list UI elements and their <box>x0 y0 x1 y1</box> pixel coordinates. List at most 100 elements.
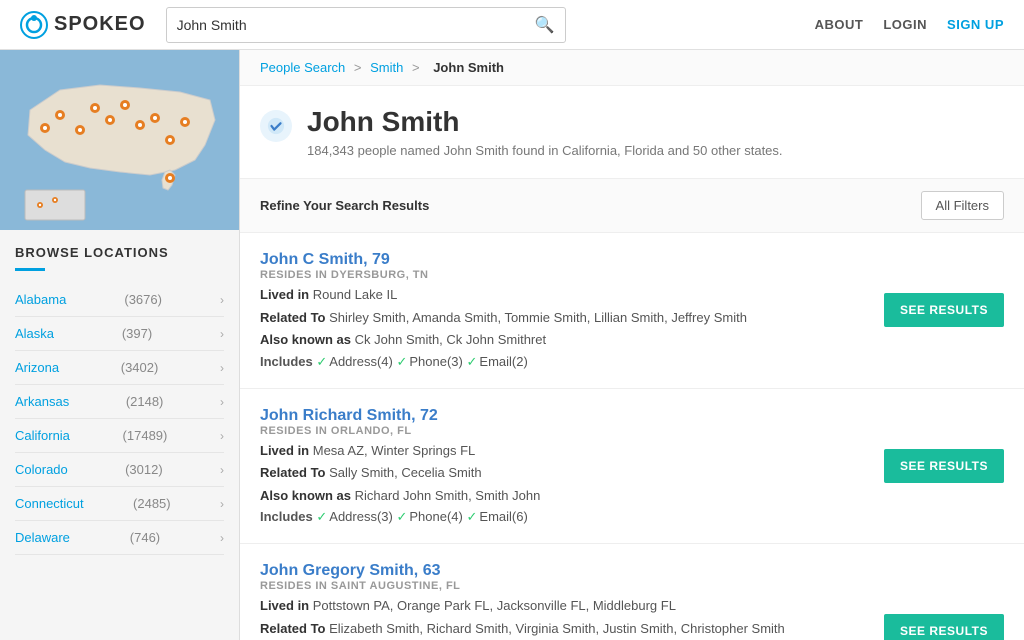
include-item: ✓Address(3) <box>316 509 392 524</box>
result-card: John Richard Smith, 72 RESIDES IN ORLAND… <box>240 389 1024 545</box>
include-item: ✓Email(2) <box>467 354 528 369</box>
all-filters-button[interactable]: All Filters <box>921 191 1004 220</box>
result-also-known-as: Also known as Richard John Smith, Smith … <box>260 486 864 506</box>
location-list: Alabama (3676) › Alaska (397) › Arizona … <box>15 283 224 555</box>
breadcrumb-sep1: > <box>354 60 365 75</box>
location-link[interactable]: Colorado <box>15 462 68 477</box>
result-resides: RESIDES IN ORLANDO, FL <box>260 425 864 437</box>
us-map <box>0 50 239 230</box>
check-icon: ✓ <box>316 509 327 524</box>
result-resides: RESIDES IN DYERSBURG, TN <box>260 269 864 281</box>
verified-icon <box>260 110 292 142</box>
search-bar[interactable]: 🔍 <box>166 7 566 43</box>
result-also-known-as: Also known as Ck John Smith, Ck John Smi… <box>260 330 864 350</box>
location-count: (3676) <box>124 292 162 307</box>
header-nav: ABOUT LOGIN SIGN UP <box>815 17 1004 32</box>
location-count: (3402) <box>121 360 159 375</box>
result-name[interactable]: John Richard Smith, 72 <box>260 407 438 424</box>
location-count: (3012) <box>125 462 163 477</box>
location-link[interactable]: Alaska <box>15 326 54 341</box>
location-item[interactable]: Alabama (3676) › <box>15 283 224 317</box>
see-results-button-2[interactable]: SEE RESULTS <box>884 614 1004 640</box>
location-item[interactable]: Connecticut (2485) › <box>15 487 224 521</box>
result-lived-in: Lived in Pottstown PA, Orange Park FL, J… <box>260 596 864 616</box>
result-name[interactable]: John C Smith, 79 <box>260 251 390 268</box>
sidebar: BROWSE LOCATIONS Alabama (3676) › Alaska… <box>0 50 240 640</box>
result-info: John Richard Smith, 72 RESIDES IN ORLAND… <box>260 407 884 526</box>
checkmark-svg <box>267 117 285 135</box>
location-count: (2148) <box>126 394 164 409</box>
chevron-right-icon: › <box>220 429 224 443</box>
location-count: (17489) <box>123 428 168 443</box>
location-item[interactable]: California (17489) › <box>15 419 224 453</box>
browse-locations: BROWSE LOCATIONS Alabama (3676) › Alaska… <box>0 230 239 570</box>
result-related-to: Related To Elizabeth Smith, Richard Smit… <box>260 619 864 639</box>
location-item[interactable]: Delaware (746) › <box>15 521 224 555</box>
location-link[interactable]: California <box>15 428 70 443</box>
location-link[interactable]: Connecticut <box>15 496 84 511</box>
breadcrumb-current: John Smith <box>433 60 504 75</box>
logo-text: SPOKEO <box>54 13 146 36</box>
refine-bar: Refine Your Search Results All Filters <box>240 179 1024 233</box>
search-icon[interactable]: 🔍 <box>535 15 555 35</box>
chevron-right-icon: › <box>220 327 224 341</box>
location-link[interactable]: Arizona <box>15 360 59 375</box>
location-item[interactable]: Arizona (3402) › <box>15 351 224 385</box>
profile-name: John Smith <box>307 106 783 138</box>
check-icon: ✓ <box>396 509 407 524</box>
location-count: (2485) <box>133 496 171 511</box>
location-link[interactable]: Delaware <box>15 530 70 545</box>
location-item[interactable]: Arkansas (2148) › <box>15 385 224 419</box>
chevron-right-icon: › <box>220 497 224 511</box>
result-card: John C Smith, 79 RESIDES IN DYERSBURG, T… <box>240 233 1024 389</box>
chevron-right-icon: › <box>220 395 224 409</box>
see-results-button-0[interactable]: SEE RESULTS <box>884 293 1004 327</box>
result-resides: RESIDES IN SAINT AUGUSTINE, FL <box>260 580 864 592</box>
content-area: People Search > Smith > John Smith John … <box>240 50 1024 640</box>
search-input[interactable] <box>177 17 535 33</box>
breadcrumb: People Search > Smith > John Smith <box>240 50 1024 86</box>
chevron-right-icon: › <box>220 531 224 545</box>
breadcrumb-smith[interactable]: Smith <box>370 60 403 75</box>
location-link[interactable]: Arkansas <box>15 394 69 409</box>
check-icon: ✓ <box>467 509 478 524</box>
profile-header: John Smith 184,343 people named John Smi… <box>240 86 1024 179</box>
browse-underline <box>15 268 45 271</box>
chevron-right-icon: › <box>220 361 224 375</box>
signup-link[interactable]: SIGN UP <box>947 17 1004 32</box>
check-icon: ✓ <box>467 354 478 369</box>
result-includes: Includes ✓Address(4) ✓Phone(3) ✓Email(2) <box>260 354 864 370</box>
result-lived-in: Lived in Round Lake IL <box>260 285 864 305</box>
breadcrumb-people-search[interactable]: People Search <box>260 60 345 75</box>
include-item: ✓Email(6) <box>467 509 528 524</box>
location-count: (397) <box>122 326 152 341</box>
profile-details: John Smith 184,343 people named John Smi… <box>307 106 783 158</box>
results-list: John C Smith, 79 RESIDES IN DYERSBURG, T… <box>240 233 1024 640</box>
location-link[interactable]: Alabama <box>15 292 66 307</box>
profile-description: 184,343 people named John Smith found in… <box>307 143 783 158</box>
map-container <box>0 50 239 230</box>
main-layout: BROWSE LOCATIONS Alabama (3676) › Alaska… <box>0 50 1024 640</box>
about-link[interactable]: ABOUT <box>815 17 864 32</box>
include-item: ✓Phone(3) <box>396 354 462 369</box>
spokeo-logo-icon <box>20 11 48 39</box>
see-results-button-1[interactable]: SEE RESULTS <box>884 449 1004 483</box>
include-item: ✓Address(4) <box>316 354 392 369</box>
result-lived-in: Lived in Mesa AZ, Winter Springs FL <box>260 441 864 461</box>
chevron-right-icon: › <box>220 463 224 477</box>
result-related-to: Related To Shirley Smith, Amanda Smith, … <box>260 308 864 328</box>
logo[interactable]: SPOKEO <box>20 11 146 39</box>
result-info: John Gregory Smith, 63 RESIDES IN SAINT … <box>260 562 884 640</box>
check-icon: ✓ <box>396 354 407 369</box>
location-item[interactable]: Colorado (3012) › <box>15 453 224 487</box>
login-link[interactable]: LOGIN <box>883 17 927 32</box>
browse-title: BROWSE LOCATIONS <box>15 245 224 260</box>
result-name[interactable]: John Gregory Smith, 63 <box>260 562 440 579</box>
result-info: John C Smith, 79 RESIDES IN DYERSBURG, T… <box>260 251 884 370</box>
result-related-to: Related To Sally Smith, Cecelia Smith <box>260 463 864 483</box>
result-card: John Gregory Smith, 63 RESIDES IN SAINT … <box>240 544 1024 640</box>
chevron-right-icon: › <box>220 293 224 307</box>
include-item: ✓Phone(4) <box>396 509 462 524</box>
breadcrumb-sep2: > <box>412 60 423 75</box>
location-item[interactable]: Alaska (397) › <box>15 317 224 351</box>
